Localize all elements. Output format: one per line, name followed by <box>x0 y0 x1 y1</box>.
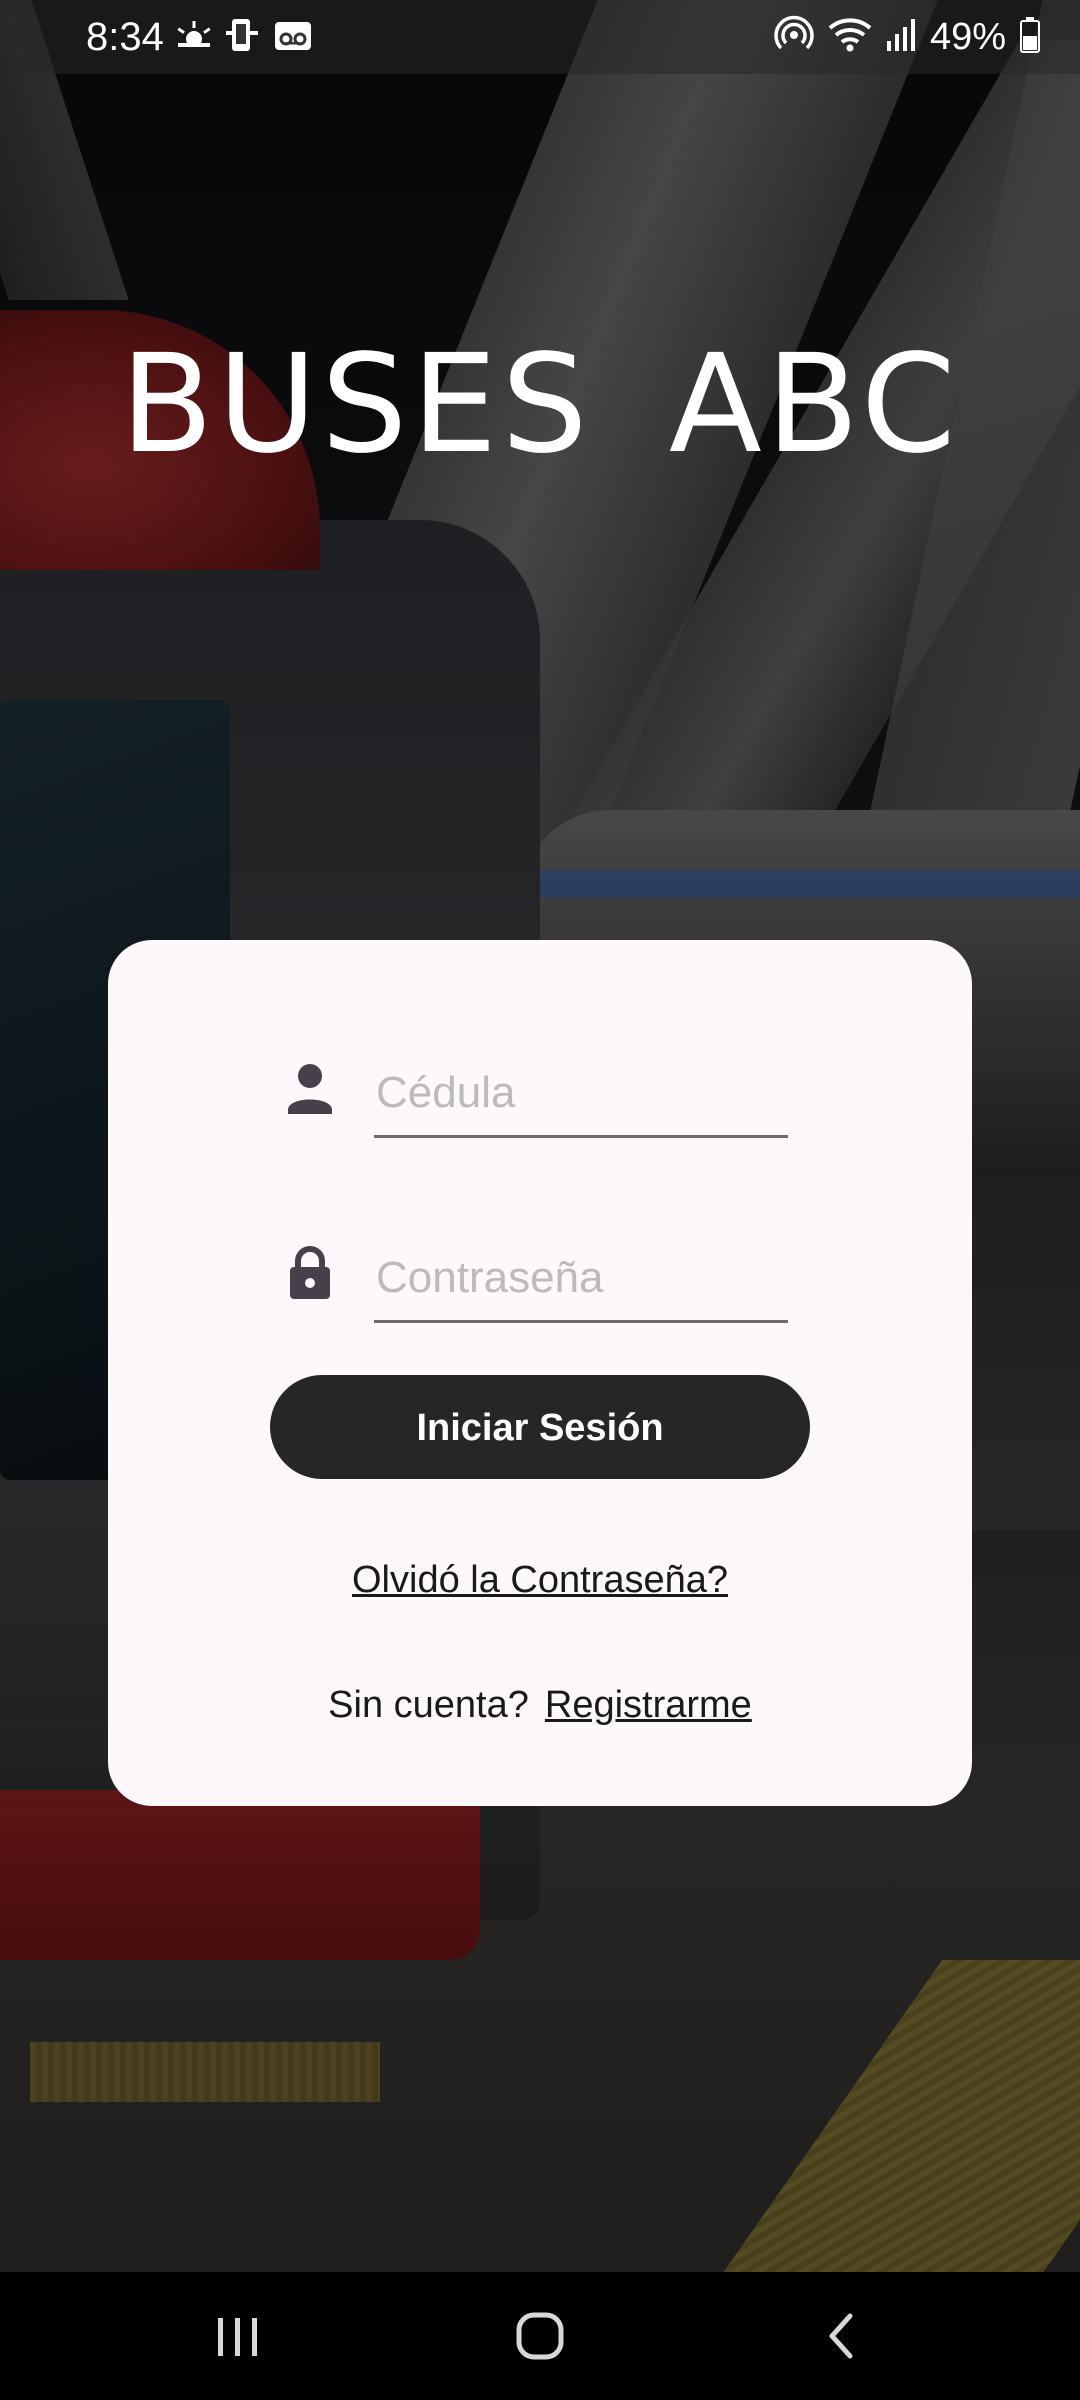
phone-sync-icon <box>226 17 262 60</box>
password-field-row <box>284 1215 844 1325</box>
voicemail-icon <box>274 19 312 58</box>
lock-icon <box>284 1245 336 1301</box>
battery-percent: 49% <box>929 16 1006 58</box>
login-button[interactable]: Iniciar Sesión <box>270 1375 810 1479</box>
signup-row: Sin cuenta? Registrarme <box>108 1680 972 1730</box>
status-bar: 8:34 49% <box>0 0 1080 74</box>
weather-sunrise-icon <box>174 19 214 58</box>
forgot-password-link[interactable]: Olvidó la Contraseña? <box>352 1559 728 1601</box>
password-input[interactable] <box>374 1215 788 1323</box>
cedula-input[interactable] <box>374 1030 788 1138</box>
hotspot-icon <box>774 15 814 60</box>
home-icon <box>480 2312 600 2380</box>
person-icon <box>284 1060 336 1116</box>
recents-button[interactable] <box>178 2296 298 2376</box>
back-button[interactable] <box>782 2296 902 2376</box>
app-title: BUSES ABC <box>120 326 960 484</box>
recents-icon <box>178 2318 298 2380</box>
back-icon <box>782 2313 902 2380</box>
forgot-password-row: Olvidó la Contraseña? <box>108 1555 972 1605</box>
home-button[interactable] <box>480 2296 600 2376</box>
status-time: 8:34 <box>86 15 164 59</box>
register-link[interactable]: Registrarme <box>545 1684 752 1726</box>
status-icons-right: 49% <box>774 14 1040 60</box>
navigation-bar <box>0 2272 1080 2400</box>
cedula-field-row <box>284 1030 844 1140</box>
signal-icon <box>886 17 916 58</box>
status-icons-left <box>174 18 312 58</box>
battery-icon <box>1020 16 1040 58</box>
login-card: Iniciar Sesión Olvidó la Contraseña? Sin… <box>108 940 972 1806</box>
wifi-icon <box>828 16 872 59</box>
no-account-label: Sin cuenta? <box>328 1684 529 1726</box>
